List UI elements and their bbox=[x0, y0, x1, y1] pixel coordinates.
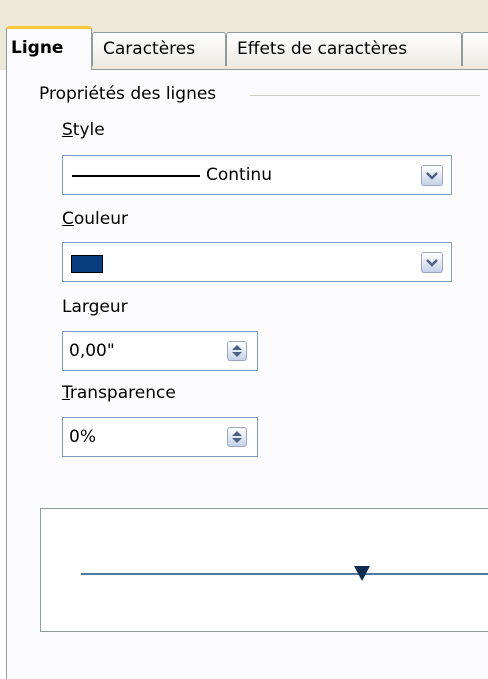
color-swatch bbox=[71, 255, 103, 273]
transparency-field[interactable]: 0% bbox=[62, 417, 258, 457]
width-spinner[interactable] bbox=[227, 341, 247, 361]
tab-caracteres[interactable]: Caractères bbox=[92, 32, 226, 66]
tab-ligne[interactable]: Ligne bbox=[6, 26, 92, 70]
transparency-label: Transparence bbox=[62, 383, 176, 403]
preview-line bbox=[81, 566, 488, 581]
width-field[interactable]: 0,00" bbox=[62, 331, 258, 371]
tab-caracteres-label: Caractères bbox=[103, 39, 196, 59]
width-label: Largeur bbox=[62, 297, 128, 317]
width-value: 0,00" bbox=[69, 341, 115, 361]
line-style-sample bbox=[72, 175, 200, 177]
line-preview bbox=[40, 508, 488, 632]
chevron-down-icon bbox=[426, 258, 438, 267]
tab-next[interactable] bbox=[462, 32, 488, 66]
style-value: Continu bbox=[206, 165, 272, 185]
spinner-arrows-icon bbox=[232, 431, 242, 443]
tab-ligne-label: Ligne bbox=[11, 38, 64, 58]
group-divider bbox=[250, 95, 480, 96]
group-title: Propriétés des lignes bbox=[39, 84, 217, 104]
transparency-value: 0% bbox=[69, 427, 96, 447]
chevron-down-icon bbox=[426, 171, 438, 180]
transparency-spinner[interactable] bbox=[227, 427, 247, 447]
color-label: Couleur bbox=[62, 209, 128, 229]
window-top-bar bbox=[0, 0, 488, 22]
spinner-arrows-icon bbox=[232, 345, 242, 357]
tab-effets-label: Effets de caractères bbox=[237, 39, 408, 59]
color-dropdown[interactable] bbox=[62, 242, 452, 282]
style-dropdown-button[interactable] bbox=[421, 165, 443, 186]
color-dropdown-button[interactable] bbox=[421, 252, 443, 273]
tab-effets-de-caracteres[interactable]: Effets de caractères bbox=[226, 32, 462, 66]
style-label: Style bbox=[62, 120, 105, 140]
style-dropdown[interactable]: Continu bbox=[62, 155, 452, 195]
